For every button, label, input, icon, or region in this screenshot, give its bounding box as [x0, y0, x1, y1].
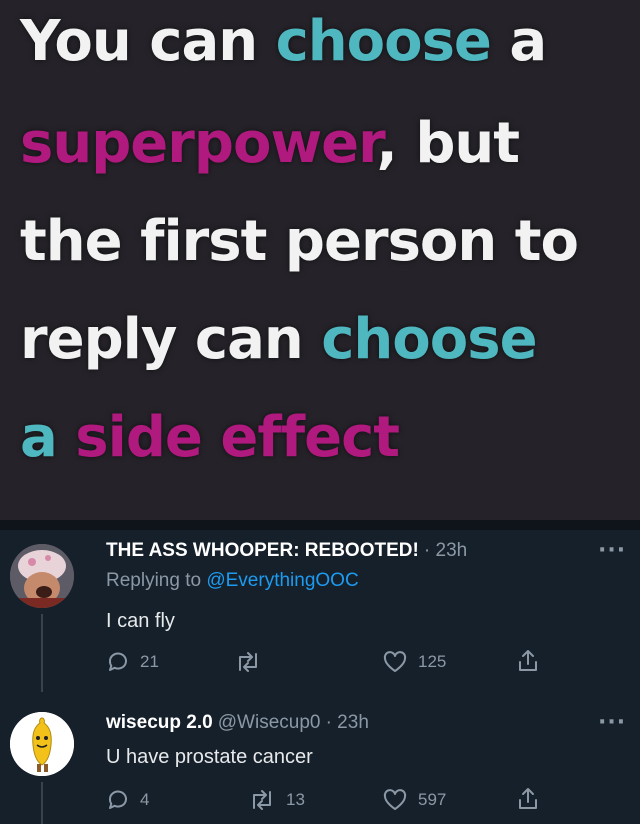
replying-handle-link[interactable]: @EverythingOOC [206, 570, 358, 591]
meme-text-highlight: superpower [20, 111, 378, 176]
meme-line-5: a side effect [20, 410, 400, 466]
thread-connector [41, 614, 43, 684]
meme-text: a [490, 9, 547, 74]
reply-count: 21 [140, 652, 159, 671]
like-button[interactable]: 125 [382, 650, 446, 674]
meme-line-2: superpower, but [20, 116, 520, 172]
like-count: 597 [418, 790, 447, 809]
divider [0, 520, 640, 530]
share-button[interactable] [516, 786, 540, 812]
tweet-text: U have prostate cancer [106, 746, 313, 768]
display-name[interactable]: wisecup 2.0 [106, 712, 213, 733]
heart-icon [383, 789, 407, 810]
replying-to: Replying to @EverythingOOC [106, 570, 359, 592]
thread-connector [41, 782, 43, 824]
retweet-button[interactable]: 13 [248, 788, 305, 812]
tweet-text: I can fly [106, 610, 175, 632]
meme-text-highlight: a [20, 405, 58, 470]
reply-count: 4 [140, 790, 150, 809]
meme-line-4: reply can choose [20, 312, 538, 368]
meme-image: You can choose a superpower, but the fir… [0, 0, 640, 520]
like-count: 125 [418, 652, 447, 671]
timestamp[interactable]: · 23h [326, 712, 369, 733]
tweet-header: THE ASS WHOOPER: REBOOTED! · 23h [106, 540, 467, 562]
share-icon [519, 788, 537, 809]
reply-button[interactable]: 21 [106, 650, 159, 674]
handle[interactable]: @Wisecup0 [218, 712, 321, 733]
retweet-button[interactable] [234, 650, 272, 674]
reply-icon [108, 652, 127, 671]
like-button[interactable]: 597 [382, 788, 446, 812]
avatar[interactable] [10, 544, 74, 608]
retweet-count: 13 [286, 790, 305, 809]
reply-button[interactable]: 4 [106, 788, 149, 812]
meme-text-highlight: choose [321, 307, 537, 372]
meme-text-highlight: side effect [56, 405, 400, 470]
meme-text-highlight: choose [275, 9, 492, 74]
retweet-icon [239, 652, 257, 672]
more-options-icon[interactable]: ··· [598, 538, 626, 563]
tweet-header: wisecup 2.0 @Wisecup0 · 23h [106, 712, 369, 734]
avatar[interactable] [10, 712, 74, 776]
meme-text: You can [20, 9, 276, 74]
banana-icon [10, 712, 74, 776]
meme-text: , but [376, 111, 520, 176]
replying-label: Replying to [106, 570, 207, 591]
tweet[interactable]: THE ASS WHOOPER: REBOOTED! · 23h ··· Rep… [0, 530, 640, 684]
more-options-icon[interactable]: ··· [598, 710, 626, 735]
meme-line-1: You can choose a [20, 14, 547, 70]
meme-text: reply can [20, 307, 322, 372]
retweet-icon [253, 790, 271, 810]
heart-icon [383, 651, 407, 672]
thread-connector [41, 680, 43, 692]
meme-text: the first person to [20, 209, 579, 274]
share-icon [519, 650, 537, 671]
avatar-image-icon [10, 544, 74, 608]
meme-line-3: the first person to [20, 214, 579, 270]
tweet[interactable]: wisecup 2.0 @Wisecup0 · 23h ··· U have p… [0, 680, 640, 824]
tweet-thread: THE ASS WHOOPER: REBOOTED! · 23h ··· Rep… [0, 530, 640, 824]
display-name[interactable]: THE ASS WHOOPER: REBOOTED! [106, 540, 419, 561]
reply-icon [108, 790, 127, 809]
timestamp[interactable]: · 23h [424, 540, 467, 561]
share-button[interactable] [516, 648, 540, 674]
